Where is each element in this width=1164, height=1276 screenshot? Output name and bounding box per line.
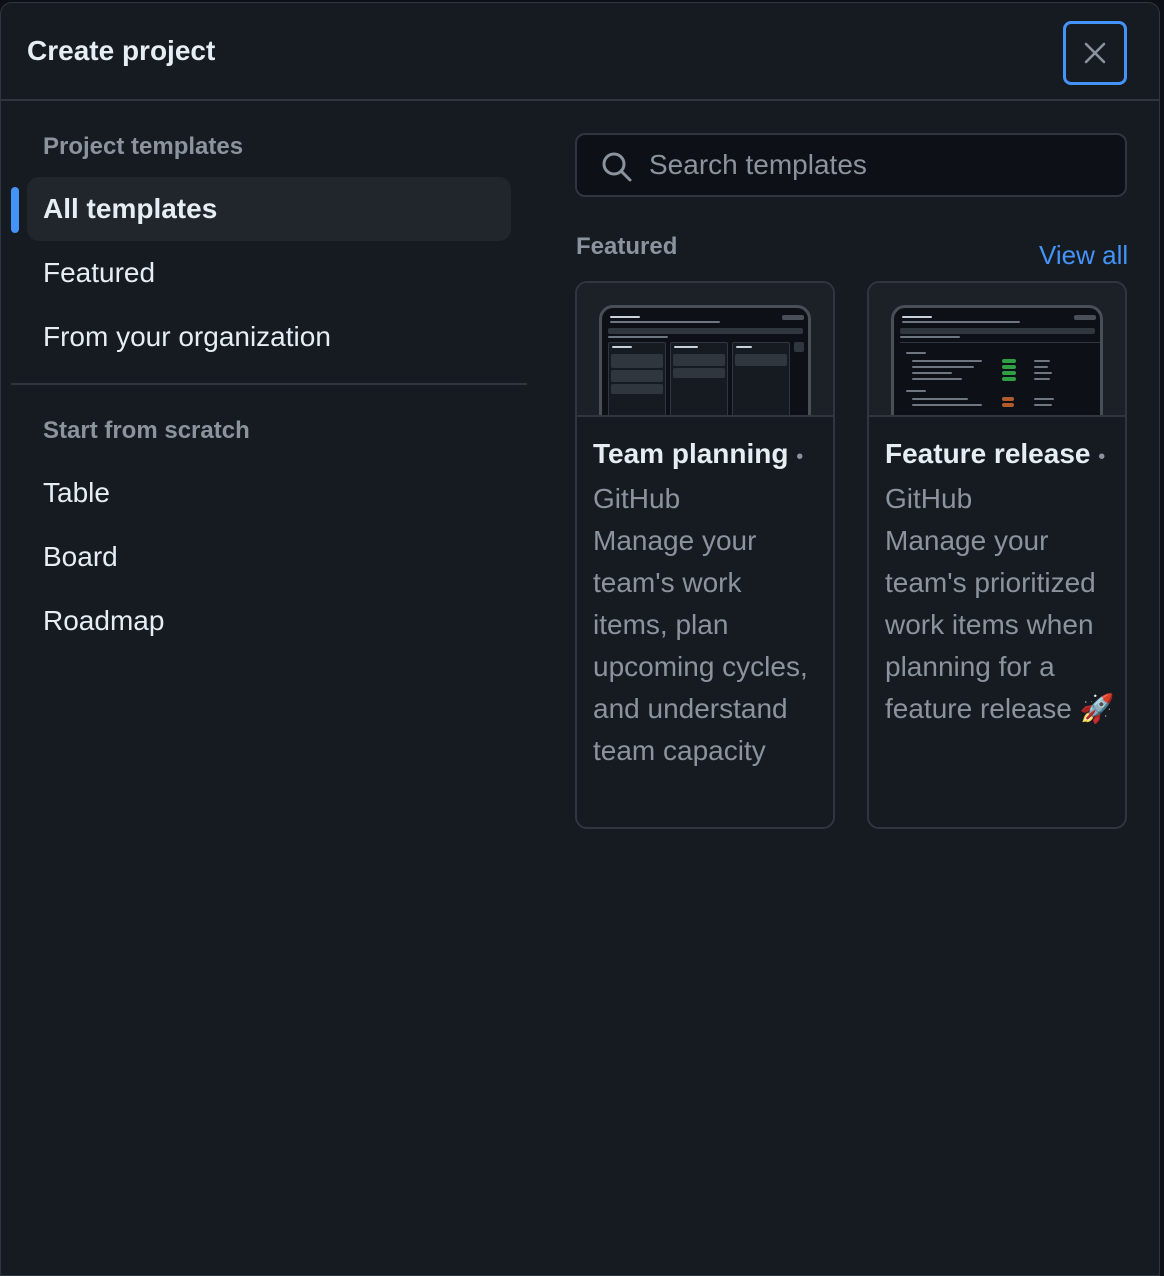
preview-frame [599,305,811,415]
rocket-icon: 🚀 [1079,693,1115,724]
card-owner: GitHub [885,483,973,514]
sidebar-item-roadmap[interactable]: Roadmap [27,589,511,653]
sidebar-item-board[interactable]: Board [27,525,511,589]
close-button[interactable] [1063,21,1127,85]
card-title: Feature release [885,438,1091,469]
dialog-header: Create project [1,3,1159,101]
close-icon [1084,42,1106,64]
templates-heading: Project templates [43,133,244,160]
sidebar-item-from-your-organization[interactable]: From your organization [27,305,511,369]
create-project-dialog: Create project Project templates All tem… [0,2,1160,1276]
dialog-title: Create project [27,35,216,66]
active-indicator [11,187,19,233]
card-separator: • [796,446,804,468]
template-preview-image [869,283,1125,417]
card-description-text: Manage your team's prioritized work item… [885,525,1096,724]
search-box[interactable] [575,133,1127,197]
featured-heading: Featured [576,233,678,260]
card-body: Feature release • GitHub Manage your tea… [885,433,1115,730]
template-preview-image [577,283,833,417]
sidebar-item-featured[interactable]: Featured [27,241,511,305]
card-title: Team planning [593,438,789,469]
scratch-heading: Start from scratch [43,417,250,444]
search-input[interactable] [649,141,1109,189]
sidebar-item-table[interactable]: Table [27,461,511,525]
card-body: Team planning • GitHub Manage your team'… [593,433,823,772]
view-all-link[interactable]: View all [1039,240,1128,271]
template-card-team-planning[interactable]: Team planning • GitHub Manage your team'… [575,281,835,829]
preview-frame [891,305,1103,415]
card-owner: GitHub [593,483,681,514]
card-description: Manage your team's prioritized work item… [885,520,1115,730]
search-icon [602,152,632,182]
sidebar-divider [11,383,527,385]
template-card-feature-release[interactable]: Feature release • GitHub Manage your tea… [867,281,1127,829]
card-separator: • [1098,446,1106,468]
card-description: Manage your team's work items, plan upco… [593,525,808,766]
sidebar-item-all-templates[interactable]: All templates [27,177,511,241]
